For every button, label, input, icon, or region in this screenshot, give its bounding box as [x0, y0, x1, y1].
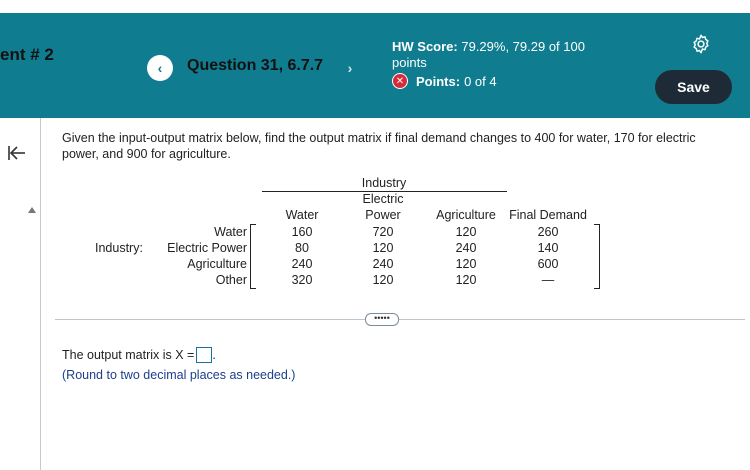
save-button[interactable]: Save [655, 70, 732, 104]
hw-score-value: 79.29%, 79.29 of 100 [461, 39, 585, 54]
cell-water-power: 720 [372, 225, 394, 239]
question-prompt: Given the input-output matrix below, fin… [62, 131, 696, 161]
column-header-water: Water [285, 208, 319, 222]
answer-suffix: . [212, 348, 216, 362]
cell-water-agriculture: 120 [455, 225, 477, 239]
left-panel-border [40, 118, 41, 470]
row-label-water: Water [214, 225, 247, 239]
cell-water-water: 160 [291, 225, 313, 239]
rounding-hint: (Round to two decimal places as needed.) [62, 368, 296, 382]
cell-agriculture-final-demand: 600 [537, 257, 559, 271]
incorrect-icon: ✕ [392, 73, 408, 89]
points-value: 0 of 4 [464, 73, 497, 89]
cell-other-final-demand: — [541, 273, 555, 287]
hw-score-unit: points [392, 55, 427, 70]
cell-agriculture-power: 240 [372, 257, 394, 271]
cell-power-agriculture: 240 [455, 241, 477, 255]
hw-score-block: HW Score: 79.29%, 79.29 of 100 points ✕ … [392, 39, 585, 89]
answer-prefix: The output matrix is X = [62, 348, 195, 362]
assignment-title: ent # 2 [0, 45, 54, 64]
row-group-label: Industry: [95, 241, 143, 255]
hw-score-label: HW Score: [392, 39, 458, 54]
cell-other-water: 320 [291, 273, 313, 287]
header-bar [0, 13, 750, 118]
answer-line: The output matrix is X = . [62, 347, 216, 363]
cell-agriculture-agriculture: 120 [455, 257, 477, 271]
column-header-electric: Electric [362, 192, 404, 206]
column-header-agriculture: Agriculture [436, 208, 496, 222]
column-header-power: Power [365, 208, 401, 222]
row-label-other: Other [215, 273, 247, 287]
matrix-right-bracket [594, 224, 600, 289]
row-label-agriculture: Agriculture [187, 257, 247, 271]
answer-input[interactable] [196, 347, 213, 363]
expand-more-button[interactable]: ••••• [365, 313, 399, 326]
collapse-panel-icon[interactable] [7, 143, 27, 163]
cell-water-final-demand: 260 [537, 225, 559, 239]
previous-question-button[interactable]: ‹ [147, 55, 173, 81]
cell-other-agriculture: 120 [455, 273, 477, 287]
top-strip [0, 0, 750, 13]
matrix-left-bracket [250, 224, 256, 289]
gear-icon[interactable] [690, 33, 712, 55]
cell-power-final-demand: 140 [537, 241, 559, 255]
question-label: Question 31, 6.7.7 [187, 57, 324, 74]
cell-agriculture-water: 240 [291, 257, 313, 271]
chevron-left-icon: ‹ [157, 60, 163, 76]
cell-other-power: 120 [372, 273, 394, 287]
next-question-button[interactable]: › [337, 55, 363, 81]
column-header-final-demand: Final Demand [509, 208, 587, 222]
cell-power-water: 80 [295, 241, 309, 255]
section-divider [55, 319, 745, 320]
chevron-right-icon: › [347, 60, 353, 76]
points-label: Points: [416, 73, 461, 89]
cell-power-power: 120 [372, 241, 394, 255]
row-label-electric-power: Electric Power [167, 241, 247, 255]
industry-header: Industry [361, 176, 407, 190]
scroll-up-arrow-icon[interactable] [28, 207, 36, 213]
